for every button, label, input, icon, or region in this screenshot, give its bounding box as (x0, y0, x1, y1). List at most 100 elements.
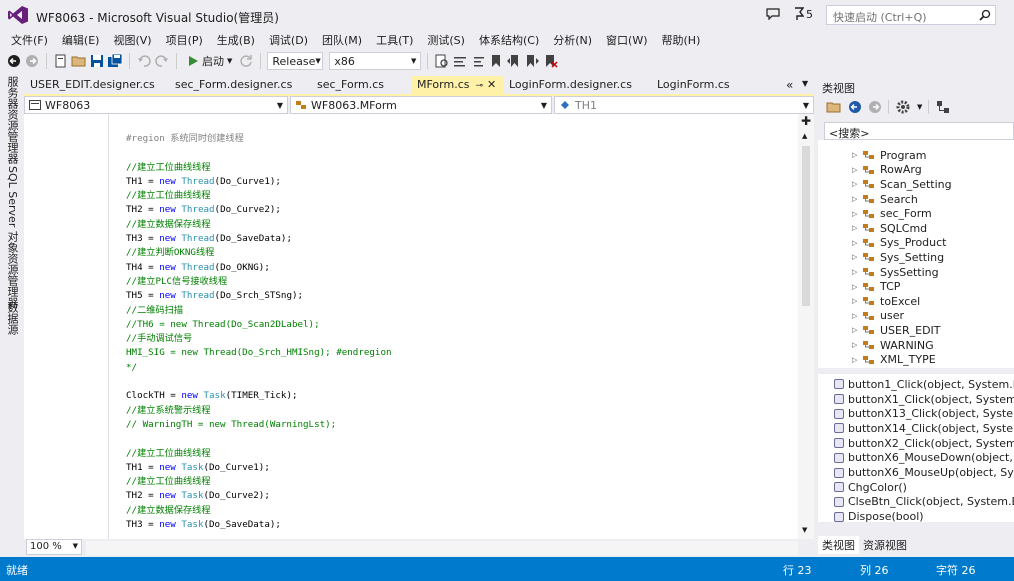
menu-tools[interactable]: 工具(T) (369, 32, 420, 48)
expand-arrow-icon[interactable]: ▷ (852, 151, 858, 159)
zoom-dropdown[interactable]: 100 % ▼ (26, 539, 82, 555)
configuration-select[interactable]: Release ▼ (267, 52, 324, 70)
tab-class-view[interactable]: 类视图 (818, 536, 859, 554)
tree-item[interactable]: ▷ WARNING (852, 338, 934, 353)
editor-vertical-scrollbar[interactable]: ✚ ▲ ▼ (798, 114, 814, 539)
expand-arrow-icon[interactable]: ▷ (852, 326, 858, 334)
member-item[interactable]: ChgColor() (834, 480, 907, 495)
member-item[interactable]: buttonX13_Click(object, System.Ev (834, 406, 1014, 421)
platform-select[interactable]: x86 ▼ (329, 52, 422, 70)
tree-item[interactable]: ▷ sec_Form (852, 206, 932, 221)
member-item[interactable]: buttonX6_MouseDown(object, Sys (834, 451, 1014, 466)
refresh-icon[interactable] (238, 53, 254, 69)
start-debug-button[interactable]: 启动 ▼ (183, 53, 236, 69)
tab-dropdown-icon[interactable]: ▼ (802, 79, 808, 88)
start-dropdown-arrow-icon[interactable]: ▼ (227, 57, 232, 65)
bookmark-prev-icon[interactable] (506, 53, 522, 69)
tree-item[interactable]: ▷ USER_EDIT (852, 323, 941, 338)
code-content[interactable]: #region 系统同时创建线程 //建立工位曲线线程 TH1 = new Thr… (126, 132, 392, 532)
settings-gear-icon[interactable] (895, 99, 911, 115)
back-navigate-icon[interactable] (6, 53, 22, 69)
pin-icon[interactable]: ⊸ (475, 81, 483, 91)
menu-build[interactable]: 生成(B) (210, 32, 262, 48)
member-dropdown[interactable]: TH1 ▼ (554, 96, 814, 114)
clear-bookmarks-icon[interactable] (542, 53, 558, 69)
new-project-icon[interactable] (53, 53, 69, 69)
menu-analyze[interactable]: 分析(N) (546, 32, 599, 48)
tab-loginform-designer[interactable]: LoginForm.designer.cs (503, 76, 651, 94)
tab-overflow-icon[interactable]: « (786, 78, 793, 92)
uncomment-icon[interactable] (470, 53, 486, 69)
tree-item[interactable]: ▷ Sys_Setting (852, 250, 944, 265)
expand-arrow-icon[interactable]: ▷ (852, 224, 858, 232)
undo-icon[interactable] (136, 53, 152, 69)
bookmark-next-icon[interactable] (524, 53, 540, 69)
editor-horizontal-scrollbar[interactable] (86, 541, 798, 555)
scrollbar-thumb[interactable] (802, 146, 810, 306)
comment-out-icon[interactable] (452, 53, 468, 69)
tree-item[interactable]: ▷ Search (852, 192, 918, 207)
close-icon[interactable]: ✕ (487, 78, 496, 91)
expand-arrow-icon[interactable]: ▷ (852, 341, 858, 349)
expand-arrow-icon[interactable]: ▷ (852, 253, 858, 261)
expand-arrow-icon[interactable]: ▷ (852, 210, 858, 218)
tab-sec-form[interactable]: sec_Form.cs (311, 76, 411, 94)
member-item[interactable]: buttonX1_Click(object, System.Eve (834, 392, 1014, 407)
member-item[interactable]: button1_Click(object, System.Even (834, 377, 1014, 392)
tree-item[interactable]: ▷ SysSetting (852, 265, 939, 280)
bookmark-icon[interactable] (488, 53, 504, 69)
tree-item[interactable]: ▷ TCP (852, 279, 900, 294)
member-item[interactable]: buttonX14_Click(object, System.Ev (834, 421, 1014, 436)
quick-launch-input[interactable]: 快速启动 (Ctrl+Q) (826, 5, 996, 25)
redo-icon[interactable] (154, 53, 170, 69)
settings-dropdown-icon[interactable]: ▼ (917, 103, 922, 111)
expand-arrow-icon[interactable]: ▷ (852, 166, 858, 174)
forward-navigate-icon[interactable] (24, 53, 40, 69)
menu-test[interactable]: 测试(S) (420, 32, 472, 48)
expand-arrow-icon[interactable]: ▷ (852, 195, 858, 203)
tree-item[interactable]: ▷ RowArg (852, 163, 922, 178)
tree-item[interactable]: ▷ Scan_Setting (852, 177, 952, 192)
menu-team[interactable]: 团队(M) (315, 32, 369, 48)
project-dropdown[interactable]: WF8063 ▼ (24, 96, 288, 114)
find-in-files-icon[interactable] (434, 53, 450, 69)
menu-view[interactable]: 视图(V) (106, 32, 158, 48)
split-editor-icon[interactable]: ✚ (801, 114, 811, 128)
menu-debug[interactable]: 调试(D) (262, 32, 315, 48)
expand-arrow-icon[interactable]: ▷ (852, 283, 858, 291)
notification-flag-icon[interactable] (794, 7, 804, 21)
member-item[interactable]: ClseBtn_Click(object, System.Event (834, 495, 1014, 510)
tab-sec-form-designer[interactable]: sec_Form.designer.cs (169, 76, 311, 94)
type-dropdown[interactable]: WF8063.MForm ▼ (290, 96, 552, 114)
menu-window[interactable]: 窗口(W) (599, 32, 654, 48)
tab-mform[interactable]: MForm.cs ⊸ ✕ (411, 76, 503, 94)
tree-item[interactable]: ▷ user (852, 309, 904, 324)
expand-arrow-icon[interactable]: ▷ (852, 297, 858, 305)
class-view-search-input[interactable]: <搜索> (824, 122, 1014, 140)
expand-arrow-icon[interactable]: ▷ (852, 356, 858, 364)
scroll-down-arrow-icon[interactable]: ▼ (802, 526, 807, 534)
save-all-icon[interactable] (107, 53, 123, 69)
tree-item[interactable]: ▷ Program (852, 148, 926, 163)
open-file-icon[interactable] (71, 53, 87, 69)
menu-help[interactable]: 帮助(H) (655, 32, 708, 48)
expand-arrow-icon[interactable]: ▷ (852, 312, 858, 320)
code-editor[interactable]: #region 系统同时创建线程 //建立工位曲线线程 TH1 = new Thr… (24, 114, 798, 539)
menu-edit[interactable]: 编辑(E) (55, 32, 107, 48)
data-sources-tab[interactable]: 数据源 (4, 302, 20, 335)
tree-item[interactable]: ▷ XML_TYPE (852, 352, 936, 367)
tree-item[interactable]: ▷ Sys_Product (852, 236, 947, 251)
sql-server-explorer-tab[interactable]: SQL Server 对象资源管理器 (4, 166, 20, 308)
expand-arrow-icon[interactable]: ▷ (852, 239, 858, 247)
tree-item[interactable]: ▷ SQLCmd (852, 221, 927, 236)
member-item[interactable]: buttonX6_MouseUp(object, Syster (834, 465, 1014, 480)
expand-arrow-icon[interactable]: ▷ (852, 180, 858, 188)
feedback-icon[interactable] (766, 8, 780, 20)
forward-icon[interactable] (868, 100, 882, 114)
member-item[interactable]: buttonX2_Click(object, System.Eve (834, 436, 1014, 451)
menu-project[interactable]: 项目(P) (159, 32, 210, 48)
server-explorer-tab[interactable]: 服务器资源管理器 (4, 76, 20, 164)
menu-architecture[interactable]: 体系结构(C) (472, 32, 546, 48)
expand-arrow-icon[interactable]: ▷ (852, 268, 858, 276)
tab-loginform[interactable]: LoginForm.cs (651, 76, 771, 94)
